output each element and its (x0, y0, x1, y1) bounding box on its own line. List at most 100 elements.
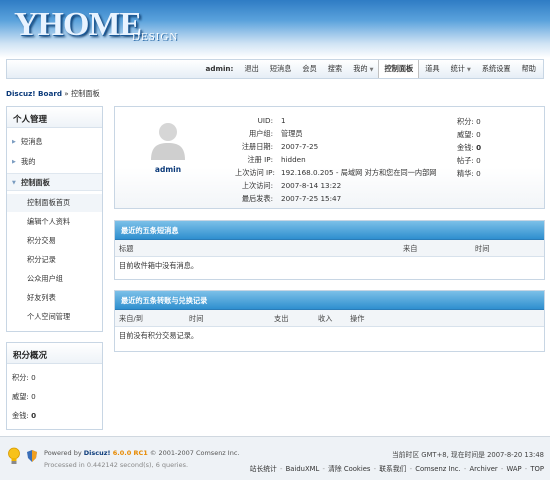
expand-arrow-icon: ▶ (12, 159, 16, 165)
profile-label: 最后发表: (241, 194, 273, 203)
top-navigation: admin: 退出 短消息 会员 搜索 我的 ▼ 控制面板 道具 统计 ▼ 系统设置… (6, 59, 544, 79)
powered-by: Powered by Discuz! 6.0.0 RC1 © 2001-2007… (44, 449, 239, 457)
column-header-action: 操作 (350, 314, 365, 323)
sidebar-subitem-cp-home[interactable]: 控制面板首页 (7, 194, 102, 212)
credits-value: 0 (31, 392, 36, 401)
credits-row-prestige: 威望: 0 (12, 392, 36, 402)
breadcrumb-current: 控制面板 (70, 89, 100, 98)
profile-row-regip: 注册 IP: hidden (235, 155, 306, 165)
avatar[interactable] (148, 118, 188, 160)
sidebar-menu: 个人管理 ▶ 短消息 ▶ 我的 ▼ 控制面板 控制面板首页 编辑个人资料 积分交易 积… (6, 106, 103, 332)
sidebar-subitem-public-groups[interactable]: 公众用户组 (7, 270, 102, 288)
sidebar-subitem-edit-profile[interactable]: 编辑个人资料 (7, 213, 102, 231)
breadcrumb: Discuz! Board » 控制面板 (6, 89, 100, 99)
nav-help[interactable]: 帮助 (516, 60, 541, 78)
product-link[interactable]: Discuz! (84, 449, 111, 457)
recent-messages-panel: 最近的五条短消息 标题 来自 时间 目前收件箱中没有消息。 (114, 220, 545, 280)
stat-prestige: 威望: 0 (457, 130, 481, 140)
sidebar-subitem-friends[interactable]: 好友列表 (7, 289, 102, 307)
timezone-info: 当前时区 GMT+8, 现在时间是 2007-8-20 13:48 (391, 451, 544, 459)
nav-search[interactable]: 搜索 (322, 60, 347, 78)
profile-label: UID: (257, 116, 273, 125)
sidebar-title: 个人管理 (7, 107, 102, 128)
profile-row-uid: UID: 1 (235, 116, 286, 126)
nav-my-menu[interactable]: 我的 ▼ (347, 60, 378, 79)
profile-label: 注册日期: (241, 142, 273, 151)
credits-label: 金钱: (12, 411, 29, 420)
footer-link-stats[interactable]: 站长统计 (250, 465, 277, 473)
footer-link-comsenz[interactable]: Comsenz Inc. (415, 465, 461, 473)
nav-members[interactable]: 会员 (296, 60, 321, 78)
credits-value: 0 (31, 411, 37, 420)
nav-stats-menu[interactable]: 统计 ▼ (445, 60, 476, 79)
dropdown-arrow-icon: ▼ (466, 66, 471, 73)
sidebar-item-label: 短消息 (21, 137, 43, 146)
profile-label: 上次访问: (241, 181, 273, 190)
stat-money: 金钱: 0 (457, 143, 481, 153)
profile-value: 192.168.0.205 - 局域网 对方和您在同一内部网 (281, 168, 437, 177)
stat-value: 0 (476, 156, 481, 165)
stat-value: 0 (476, 169, 481, 178)
stat-value: 0 (476, 130, 481, 139)
page-header: YHOME DESIGN (0, 0, 550, 58)
sidebar-item-my[interactable]: ▶ 我的 (7, 153, 102, 171)
nav-messages[interactable]: 短消息 (264, 60, 297, 78)
recent-transactions-panel: 最近的五条转账与兑换记录 来自/到 时间 支出 收入 操作 目前没有积分交易记录… (114, 290, 545, 352)
sidebar-item-messages[interactable]: ▶ 短消息 (7, 133, 102, 151)
footer-link-baiduxml[interactable]: BaiduXML (286, 465, 320, 473)
sidebar-subitem-credit-trade[interactable]: 积分交易 (7, 232, 102, 250)
nav-props[interactable]: 道具 (419, 60, 444, 78)
footer-link-clear-cookies[interactable]: 清除 Cookies (328, 465, 370, 473)
empty-message: 目前收件箱中没有消息。 (119, 261, 199, 270)
nav-settings[interactable]: 系统设置 (476, 60, 516, 78)
column-header-income: 收入 (318, 314, 333, 323)
column-header-expense: 支出 (274, 314, 289, 323)
column-header-title: 标题 (119, 244, 134, 253)
stat-posts: 帖子: 0 (457, 156, 481, 166)
profile-label: 用户组: (249, 129, 273, 138)
nav-logout[interactable]: 退出 (238, 60, 263, 78)
table-header: 标题 来自 时间 (115, 240, 544, 257)
profile-username[interactable]: admin (135, 165, 201, 174)
profile-value: 1 (281, 116, 286, 125)
nav-username[interactable]: admin: (199, 60, 238, 78)
sidebar-subitem-credit-log[interactable]: 积分记录 (7, 251, 102, 269)
profile-row-group: 用户组: 管理员 (235, 129, 303, 139)
sidebar-subitem-space[interactable]: 个人空间管理 (7, 308, 102, 326)
profile-value: 2007-8-14 13:22 (281, 181, 342, 190)
stat-value: 0 (476, 117, 481, 126)
credits-title: 积分概况 (7, 343, 102, 364)
nav-control-panel[interactable]: 控制面板 (378, 60, 420, 78)
credits-label: 威望: (12, 392, 29, 401)
nav-stats-label: 统计 (450, 63, 465, 73)
credits-row-points: 积分: 0 (12, 373, 36, 383)
breadcrumb-home-link[interactable]: Discuz! Board (6, 89, 62, 98)
breadcrumb-separator: » (62, 89, 71, 98)
empty-message: 目前没有积分交易记录。 (119, 331, 199, 340)
profile-label: 注册 IP: (247, 155, 273, 164)
profile-value: hidden (281, 155, 306, 164)
page-footer: Powered by Discuz! 6.0.0 RC1 © 2001-2007… (0, 436, 550, 480)
column-header-time: 时间 (189, 314, 204, 323)
footer-link-archiver[interactable]: Archiver (469, 465, 497, 473)
profile-row-lastpost: 最后发表: 2007-7-25 15:47 (235, 194, 341, 204)
stat-points: 积分: 0 (457, 117, 481, 127)
footer-link-separator: - (522, 465, 530, 473)
stat-label: 帖子: (457, 156, 474, 165)
nav-my-label: 我的 (353, 63, 368, 73)
expand-arrow-icon: ▶ (12, 139, 16, 145)
profile-label: 上次访问 IP: (235, 168, 275, 177)
footer-link-wap[interactable]: WAP (507, 465, 522, 473)
credits-value: 0 (31, 373, 36, 382)
sidebar-item-control-panel[interactable]: ▼ 控制面板 (7, 173, 102, 191)
footer-link-separator: - (277, 465, 285, 473)
product-version: 6.0.0 RC1 (110, 449, 148, 457)
footer-links: 站长统计 - BaiduXML - 清除 Cookies - 联系我们 - Co… (250, 463, 544, 473)
footer-link-top[interactable]: TOP (530, 465, 544, 473)
copyright-link[interactable]: © 2001-2007 Comsenz Inc. (148, 449, 240, 457)
shield-icon (27, 450, 37, 462)
footer-link-contact[interactable]: 联系我们 (379, 465, 406, 473)
processed-info: Processed in 0.442142 second(s), 6 queri… (44, 461, 189, 469)
footer-link-separator: - (320, 465, 328, 473)
footer-link-separator: - (498, 465, 506, 473)
